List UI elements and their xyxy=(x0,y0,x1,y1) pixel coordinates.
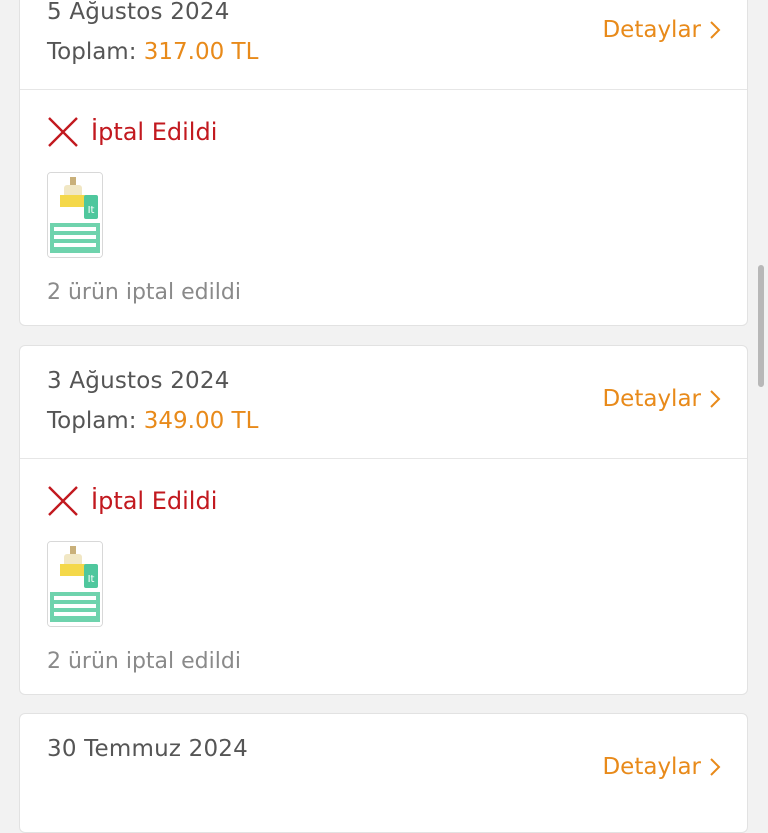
chevron-right-icon xyxy=(710,758,721,776)
status-label: İptal Edildi xyxy=(91,487,218,515)
svg-text:It: It xyxy=(88,574,95,585)
details-button[interactable]: Detaylar xyxy=(602,17,721,43)
product-image: It xyxy=(48,542,102,626)
chevron-right-icon xyxy=(710,390,721,408)
product-thumbnail[interactable]: It xyxy=(47,541,103,627)
order-card: 3 Ağustos 2024 Toplam: 349.00 TL Detayla… xyxy=(19,345,748,695)
total-amount: 317.00 TL xyxy=(143,39,259,65)
svg-text:It: It xyxy=(88,205,95,216)
details-label: Detaylar xyxy=(602,17,701,43)
order-card: 30 Temmuz 2024 Detaylar xyxy=(19,713,748,833)
order-header: 5 Ağustos 2024 Toplam: 317.00 TL Detayla… xyxy=(20,0,747,90)
order-body: İptal Edildi It 2 ürün iptal edildi xyxy=(20,90,747,325)
close-x-icon xyxy=(48,486,78,516)
product-image: It xyxy=(48,173,102,257)
details-button[interactable]: Detaylar xyxy=(602,386,721,412)
order-date: 3 Ağustos 2024 xyxy=(47,368,230,394)
order-status: İptal Edildi xyxy=(47,485,217,517)
details-label: Detaylar xyxy=(602,386,701,412)
details-button[interactable]: Detaylar xyxy=(602,754,721,780)
scrollbar[interactable] xyxy=(758,265,764,387)
details-label: Detaylar xyxy=(602,754,701,780)
order-date: 30 Temmuz 2024 xyxy=(47,736,248,762)
close-x-icon xyxy=(48,117,78,147)
status-label: İptal Edildi xyxy=(91,118,218,146)
product-thumbnail[interactable]: It xyxy=(47,172,103,258)
total-label: Toplam: xyxy=(47,39,137,65)
order-header: 3 Ağustos 2024 Toplam: 349.00 TL Detayla… xyxy=(20,346,747,459)
order-body: İptal Edildi It 2 ürün iptal edildi xyxy=(20,459,747,694)
chevron-right-icon xyxy=(710,21,721,39)
total-label: Toplam: xyxy=(47,408,137,434)
order-status: İptal Edildi xyxy=(47,116,217,148)
order-total: Toplam: 317.00 TL xyxy=(47,39,258,65)
cancel-note: 2 ürün iptal edildi xyxy=(47,649,241,674)
total-amount: 349.00 TL xyxy=(143,408,259,434)
order-header: 30 Temmuz 2024 Detaylar xyxy=(20,714,747,826)
order-date: 5 Ağustos 2024 xyxy=(47,0,230,25)
cancel-note: 2 ürün iptal edildi xyxy=(47,280,241,305)
order-card: 5 Ağustos 2024 Toplam: 317.00 TL Detayla… xyxy=(19,0,748,326)
order-total: Toplam: 349.00 TL xyxy=(47,408,258,434)
